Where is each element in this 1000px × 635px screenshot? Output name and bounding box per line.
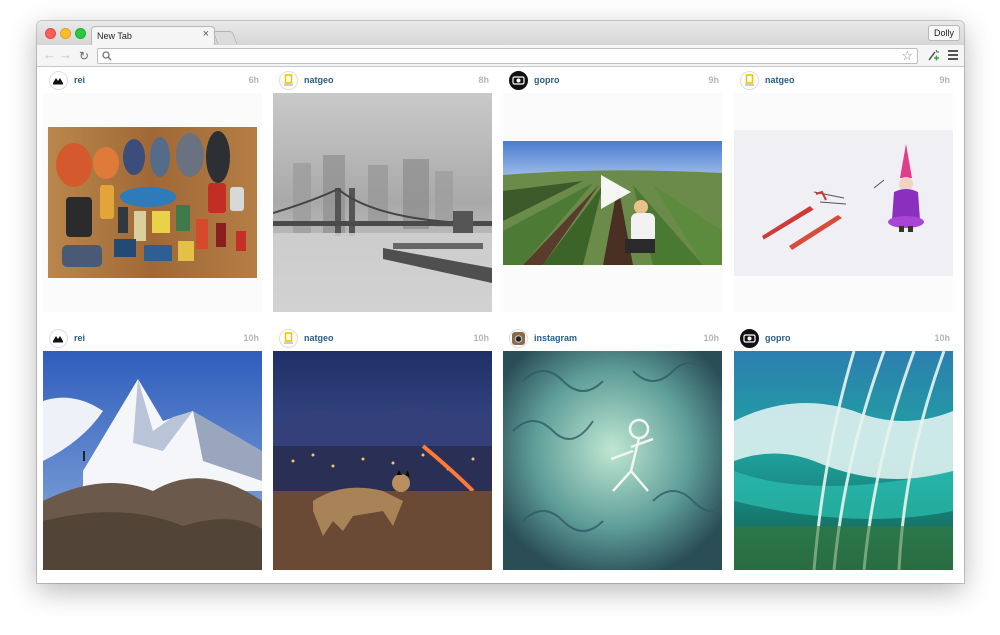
post-header: rei 10h	[43, 326, 262, 351]
hamburger-menu-icon[interactable]	[948, 50, 958, 60]
post-timestamp: 10h	[473, 333, 489, 343]
natgeo-logo-icon[interactable]	[279, 329, 298, 348]
post-username[interactable]: gopro	[765, 333, 791, 343]
tab-title: New Tab	[97, 31, 132, 41]
post-photo[interactable]	[43, 351, 262, 570]
title-bar: New Tab × Dolly	[37, 21, 964, 46]
extension-icon[interactable]	[928, 49, 940, 61]
gopro-logo-icon[interactable]	[740, 329, 759, 348]
feed-post[interactable]: rei 10h	[43, 326, 262, 570]
feed-post[interactable]: rei 6h	[43, 68, 262, 312]
address-bar[interactable]: ☆	[97, 48, 918, 64]
post-frame	[503, 93, 722, 312]
feed-post[interactable]: natgeo 10h	[273, 326, 492, 570]
post-frame	[43, 93, 262, 312]
post-timestamp: 10h	[703, 333, 719, 343]
reload-icon[interactable]: ↻	[79, 49, 89, 63]
feed-post[interactable]: gopro 10h	[734, 326, 953, 570]
post-video[interactable]	[503, 141, 722, 265]
post-header: gopro 9h	[503, 68, 722, 93]
post-photo[interactable]	[48, 127, 257, 278]
natgeo-logo-icon[interactable]	[740, 71, 759, 90]
post-photo[interactable]	[734, 351, 953, 570]
post-frame	[273, 351, 492, 570]
feed-post[interactable]: natgeo 8h	[273, 68, 492, 312]
post-frame	[43, 351, 262, 570]
tab-new-tab[interactable]: New Tab ×	[91, 26, 215, 46]
post-timestamp: 6h	[248, 75, 259, 85]
post-username[interactable]: natgeo	[304, 75, 334, 85]
post-photo[interactable]	[273, 351, 492, 570]
browser-toolbar: ← → ↻ ☆	[37, 45, 964, 67]
post-frame	[503, 351, 722, 570]
post-username[interactable]: rei	[74, 75, 85, 85]
post-header: instagram 10h	[503, 326, 722, 351]
post-header: natgeo 8h	[273, 68, 492, 93]
post-timestamp: 9h	[939, 75, 950, 85]
post-username[interactable]: natgeo	[304, 333, 334, 343]
post-header: natgeo 9h	[734, 68, 953, 93]
post-timestamp: 10h	[934, 333, 950, 343]
profile-button[interactable]: Dolly	[927, 25, 960, 41]
post-photo[interactable]	[273, 93, 492, 312]
post-header: rei 6h	[43, 68, 262, 93]
feed-post[interactable]: gopro 9h	[503, 68, 722, 312]
instagram-logo-icon[interactable]	[509, 329, 528, 348]
post-frame	[273, 93, 492, 312]
arrow-left-icon[interactable]: ←	[43, 48, 56, 62]
rei-logo-icon[interactable]	[49, 71, 68, 90]
arrow-right-icon[interactable]: →	[59, 48, 72, 62]
natgeo-logo-icon[interactable]	[279, 71, 298, 90]
search-icon	[102, 51, 112, 61]
window-minimize-button[interactable]	[60, 28, 71, 39]
post-frame	[734, 351, 953, 570]
post-username[interactable]: rei	[74, 333, 85, 343]
post-timestamp: 8h	[478, 75, 489, 85]
feed-post[interactable]: instagram 10h	[503, 326, 722, 570]
gopro-logo-icon[interactable]	[509, 71, 528, 90]
post-username[interactable]: instagram	[534, 333, 577, 343]
post-timestamp: 10h	[243, 333, 259, 343]
post-photo[interactable]	[503, 351, 722, 570]
play-icon[interactable]	[601, 175, 631, 209]
rei-logo-icon[interactable]	[49, 329, 68, 348]
window-close-button[interactable]	[45, 28, 56, 39]
new-tab-button[interactable]	[212, 31, 238, 44]
post-frame	[734, 93, 953, 312]
post-username[interactable]: natgeo	[765, 75, 795, 85]
post-username[interactable]: gopro	[534, 75, 560, 85]
browser-window: New Tab × Dolly ← → ↻ ☆ rei 6h natgeo 8h…	[37, 21, 964, 583]
tab-close-icon[interactable]: ×	[203, 28, 209, 40]
window-maximize-button[interactable]	[75, 28, 86, 39]
photo-feed: rei 6h natgeo 8h gopro 9h natgeo 9h rei …	[37, 68, 964, 583]
post-timestamp: 9h	[708, 75, 719, 85]
star-icon[interactable]: ☆	[901, 49, 913, 63]
feed-post[interactable]: natgeo 9h	[734, 68, 953, 312]
post-header: gopro 10h	[734, 326, 953, 351]
post-photo[interactable]	[734, 130, 953, 276]
post-header: natgeo 10h	[273, 326, 492, 351]
